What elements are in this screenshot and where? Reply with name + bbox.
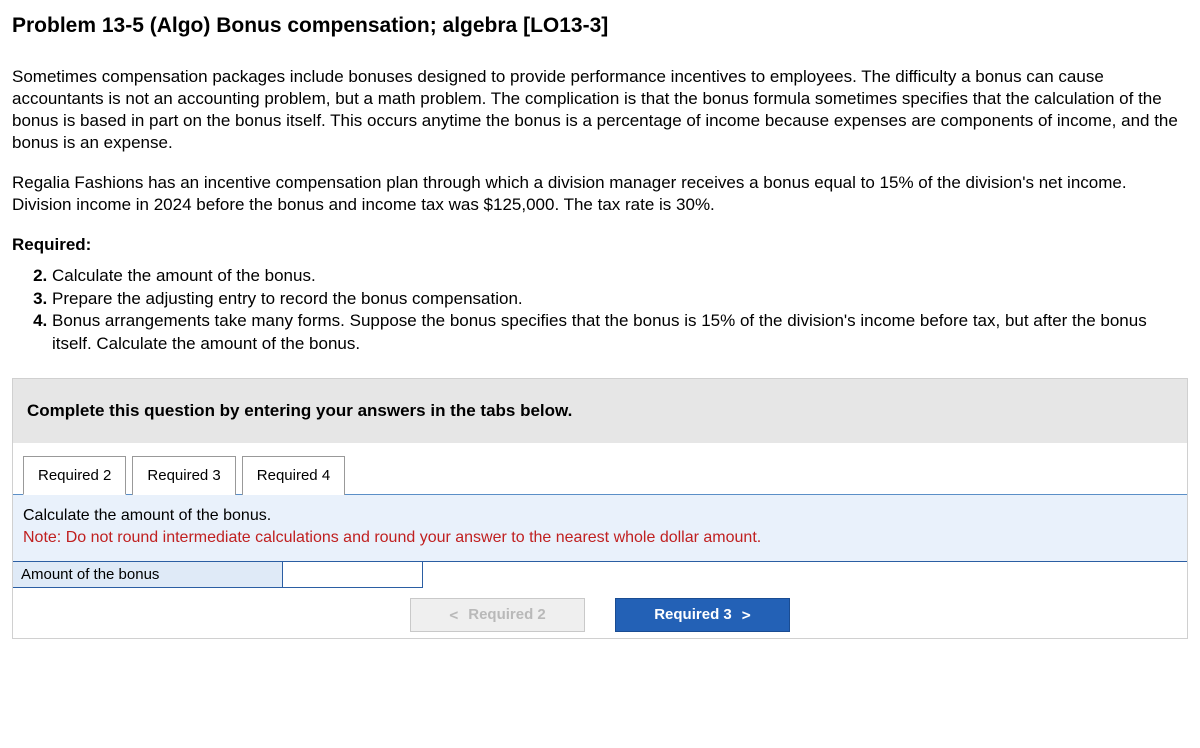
answer-input-label: Amount of the bonus: [13, 562, 283, 588]
tab-note: Note: Do not round intermediate calculat…: [23, 527, 1177, 549]
next-button[interactable]: Required 3 >: [615, 598, 790, 632]
intro-paragraph: Sometimes compensation packages include …: [12, 66, 1188, 154]
requirement-item-3: Prepare the adjusting entry to record th…: [52, 288, 1188, 311]
tab-content: Calculate the amount of the bonus. Note:…: [13, 494, 1187, 560]
prev-button-label: Required 2: [468, 606, 546, 623]
requirement-item-2: Calculate the amount of the bonus.: [52, 265, 1188, 288]
requirement-item-4: Bonus arrangements take many forms. Supp…: [52, 310, 1188, 356]
requirements-list: Calculate the amount of the bonus. Prepa…: [12, 265, 1188, 357]
answer-panel: Complete this question by entering your …: [12, 378, 1188, 638]
bonus-amount-input[interactable]: [283, 562, 422, 587]
tab-required-2[interactable]: Required 2: [23, 456, 126, 495]
tabs-row: Required 2 Required 3 Required 4: [13, 443, 1187, 494]
tab-instruction-line: Calculate the amount of the bonus.: [23, 505, 1177, 527]
instruction-band: Complete this question by entering your …: [13, 379, 1187, 443]
problem-title: Problem 13-5 (Algo) Bonus compensation; …: [12, 14, 1188, 38]
next-button-label: Required 3: [654, 606, 732, 623]
chevron-right-icon: >: [742, 606, 751, 624]
nav-row: < Required 2 Required 3 >: [13, 588, 1187, 638]
tab-required-3[interactable]: Required 3: [132, 456, 235, 495]
answer-input-row: Amount of the bonus: [13, 561, 1187, 588]
chevron-left-icon: <: [449, 606, 458, 624]
prev-button: < Required 2: [410, 598, 585, 632]
required-heading: Required:: [12, 235, 1188, 255]
tab-required-4[interactable]: Required 4: [242, 456, 345, 495]
answer-input-cell: [283, 562, 423, 588]
scenario-paragraph: Regalia Fashions has an incentive compen…: [12, 172, 1188, 216]
